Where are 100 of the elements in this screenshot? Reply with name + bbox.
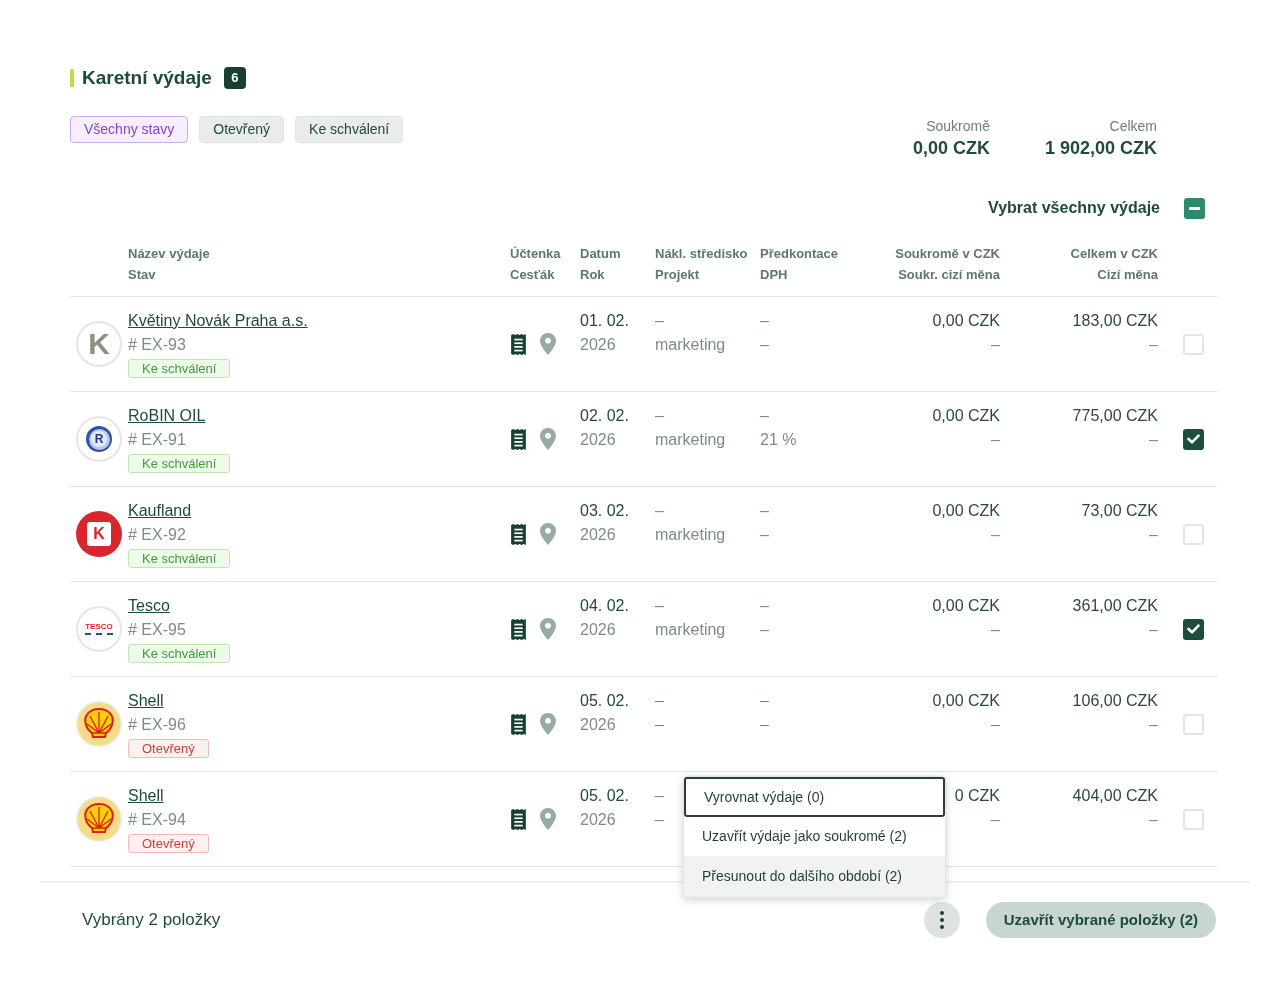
merchant-logo: K	[76, 511, 122, 557]
total-value: 0,00 CZK	[912, 137, 990, 160]
vat-text: –	[760, 525, 769, 545]
status-badge: Ke schválení	[128, 644, 231, 663]
expense-name-link[interactable]: Kaufland	[128, 499, 192, 523]
vat-text: –	[760, 335, 769, 355]
expense-name-link[interactable]: Květiny Novák Praha a.s.	[128, 309, 308, 333]
row-checkbox[interactable]	[1183, 428, 1204, 450]
amount-text: 775,00 CZK	[1072, 406, 1158, 426]
date-text: 04. 02.	[580, 596, 629, 616]
expense-number: # EX-94	[128, 810, 186, 830]
foreign-amount-text: –	[991, 620, 1000, 640]
pre-account-text: –	[760, 596, 769, 616]
foreign-amount-text: –	[991, 430, 1000, 450]
amount-text: 0,00 CZK	[932, 691, 1000, 711]
title-accent-bar	[70, 69, 74, 87]
vat-text: –	[760, 715, 769, 735]
minus-icon	[1189, 206, 1200, 210]
foreign-amount-text: –	[1149, 430, 1158, 450]
project-text: –	[655, 810, 664, 830]
year-text: 2026	[580, 810, 616, 830]
selection-count: Vybrány 2 položky	[82, 909, 221, 932]
menu-item[interactable]: Uzavřít výdaje jako soukromé (2)	[684, 817, 945, 857]
filter-chip[interactable]: Ke schválení	[295, 116, 404, 143]
amount-text: 73,00 CZK	[1081, 501, 1158, 521]
amount-text: 0 CZK	[954, 786, 1000, 806]
column-header: Název výdaje	[128, 245, 210, 263]
status-badge: Ke schválení	[128, 359, 231, 378]
column-header: Stav	[128, 266, 156, 284]
count-badge: 6	[223, 67, 246, 89]
foreign-amount-text: –	[1149, 715, 1158, 735]
close-selected-button[interactable]: Uzavřít vybrané položky (2)	[985, 902, 1216, 938]
expense-number: # EX-91	[128, 430, 186, 450]
filter-chip[interactable]: Otevřený	[199, 116, 285, 143]
project-text: marketing	[655, 335, 726, 355]
amount-text: 361,00 CZK	[1072, 596, 1158, 616]
year-text: 2026	[580, 715, 616, 735]
year-text: 2026	[580, 430, 616, 450]
foreign-amount-text: –	[991, 715, 1000, 735]
menu-item[interactable]: Přesunout do dalšího období (2)	[684, 857, 945, 897]
column-header: Nákl. středisko	[655, 245, 748, 263]
vat-text: –	[760, 620, 769, 640]
row-checkbox[interactable]	[1183, 618, 1204, 640]
status-badge: Otevřený	[128, 739, 209, 758]
date-text: 05. 02.	[580, 691, 629, 711]
foreign-amount-text: –	[991, 525, 1000, 545]
foreign-amount-text: –	[991, 335, 1000, 355]
check-icon	[1187, 624, 1200, 634]
project-text: marketing	[655, 430, 726, 450]
seashell-icon	[76, 796, 122, 842]
more-button[interactable]	[923, 902, 960, 938]
total-label: Celkem	[1109, 117, 1157, 136]
total-label: Soukromě	[926, 117, 990, 136]
column-header: DPH	[760, 266, 788, 284]
year-text: 2026	[580, 335, 616, 355]
foreign-amount-text: –	[1149, 620, 1158, 640]
expense-name-link[interactable]: Tesco	[128, 594, 170, 618]
amount-text: 0,00 CZK	[932, 311, 1000, 331]
amount-text: 0,00 CZK	[932, 406, 1000, 426]
merchant-logo: R	[76, 416, 122, 462]
dots-vertical-icon	[939, 911, 944, 929]
cost-center-text: –	[655, 406, 664, 426]
expense-name-link[interactable]: Shell	[128, 784, 164, 808]
filter-chip[interactable]: Všechny stavy	[70, 116, 189, 143]
project-text: marketing	[655, 525, 726, 545]
project-text: marketing	[655, 620, 726, 640]
amount-text: 106,00 CZK	[1072, 691, 1158, 711]
expense-number: # EX-96	[128, 715, 186, 735]
merchant-logo: K	[76, 321, 122, 367]
menu-item[interactable]: Vyrovnat výdaje (0)	[684, 777, 945, 817]
vat-text: 21 %	[760, 430, 797, 450]
check-icon	[1187, 434, 1200, 444]
date-text: 03. 02.	[580, 501, 629, 521]
expense-number: # EX-95	[128, 620, 186, 640]
pre-account-text: –	[760, 501, 769, 521]
year-text: 2026	[580, 620, 616, 640]
select-all-checkbox[interactable]	[1184, 197, 1205, 219]
status-badge: Otevřený	[128, 834, 209, 853]
status-badge: Ke schválení	[128, 454, 231, 473]
cost-center-text: –	[655, 691, 664, 711]
column-header: Cizí měna	[1097, 266, 1158, 284]
expense-name-link[interactable]: Shell	[128, 689, 164, 713]
amount-text: 183,00 CZK	[1072, 311, 1158, 331]
expense-number: # EX-92	[128, 525, 186, 545]
amount-text: 0,00 CZK	[932, 596, 1000, 616]
row-checkbox[interactable]	[1183, 808, 1204, 830]
merchant-logo: TESCO	[76, 606, 122, 652]
foreign-amount-text: –	[991, 810, 1000, 830]
expense-name-link[interactable]: RoBIN OIL	[128, 404, 206, 428]
page-title: Karetní výdaje	[82, 66, 212, 90]
foreign-amount-text: –	[1149, 335, 1158, 355]
row-checkbox[interactable]	[1183, 713, 1204, 735]
row-checkbox[interactable]	[1183, 333, 1204, 355]
date-text: 02. 02.	[580, 406, 629, 426]
column-header: Rok	[580, 266, 605, 284]
year-text: 2026	[580, 525, 616, 545]
select-all-label: Vybrat všechny výdaje	[988, 198, 1160, 218]
row-checkbox[interactable]	[1183, 523, 1204, 545]
column-header: Soukromě v CZK	[895, 245, 1000, 263]
column-header: Datum	[580, 245, 621, 263]
